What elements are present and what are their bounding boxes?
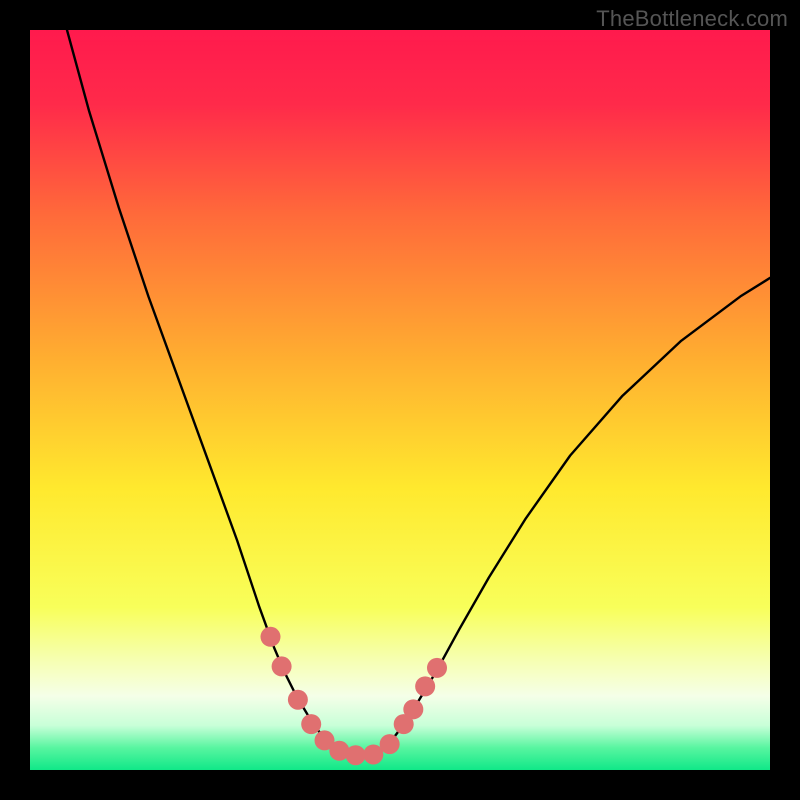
gradient-background xyxy=(30,30,770,770)
plot-area xyxy=(30,30,770,770)
highlight-dot xyxy=(427,658,447,678)
highlight-dot xyxy=(346,745,366,765)
highlight-dot xyxy=(301,714,321,734)
highlight-dot xyxy=(272,656,292,676)
chart-frame: TheBottleneck.com xyxy=(0,0,800,800)
highlight-dot xyxy=(261,627,281,647)
highlight-dot xyxy=(415,676,435,696)
watermark-text: TheBottleneck.com xyxy=(596,6,788,32)
highlight-dot xyxy=(380,734,400,754)
bottleneck-chart xyxy=(30,30,770,770)
highlight-dot xyxy=(403,699,423,719)
highlight-dot xyxy=(288,690,308,710)
